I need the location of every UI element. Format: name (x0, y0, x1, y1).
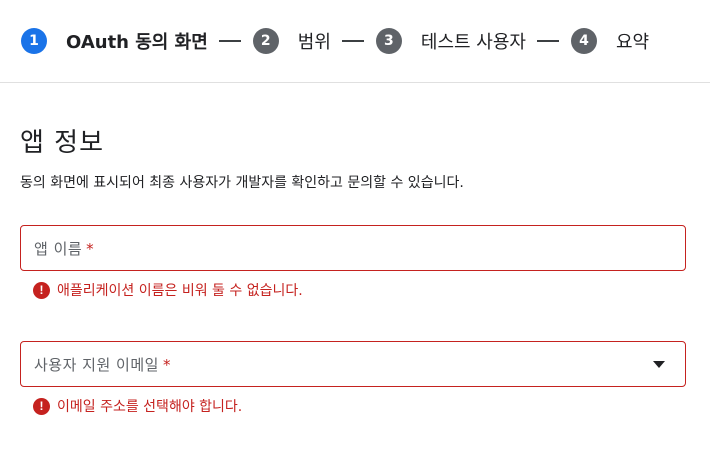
step-separator (341, 40, 364, 42)
step-separator (536, 40, 559, 42)
app-name-error: ! 애플리케이션 이름은 비워 둘 수 없습니다. (33, 280, 686, 300)
support-email-label: 사용자 지원 이메일 * (34, 355, 171, 374)
step-summary[interactable]: 4 요약 (570, 28, 650, 54)
required-mark: * (86, 239, 95, 258)
step-number-3: 3 (375, 28, 402, 54)
app-info-section: 앱 정보 동의 화면에 표시되어 최종 사용자가 개발자를 확인하고 문의할 수… (0, 127, 710, 416)
app-name-error-text: 애플리케이션 이름은 비워 둘 수 없습니다. (57, 283, 303, 299)
section-description: 동의 화면에 표시되어 최종 사용자가 개발자를 확인하고 문의할 수 있습니다… (20, 175, 464, 191)
support-email-select[interactable]: 사용자 지원 이메일 * (20, 341, 686, 387)
step-label-test-users: 테스트 사용자 (420, 32, 526, 53)
step-number-1: 1 (21, 28, 47, 54)
section-title: 앱 정보 (20, 128, 105, 158)
support-email-error-text: 이메일 주소를 선택해야 합니다. (57, 399, 243, 415)
step-number-4: 4 (570, 28, 597, 54)
step-test-users[interactable]: 3 테스트 사용자 (375, 28, 526, 54)
step-label-oauth-consent: OAuth 동의 화면 (66, 32, 208, 53)
chevron-down-icon[interactable] (653, 361, 665, 368)
step-label-scopes: 범위 (297, 32, 331, 53)
app-name-input[interactable]: 앱 이름 * (20, 225, 686, 271)
error-icon: ! (33, 281, 50, 299)
step-number-2: 2 (252, 28, 279, 54)
required-mark: * (162, 355, 171, 374)
step-label-summary: 요약 (615, 32, 650, 53)
step-scopes[interactable]: 2 범위 (252, 28, 331, 54)
step-separator (218, 40, 241, 42)
support-email-error: ! 이메일 주소를 선택해야 합니다. (33, 396, 686, 416)
error-icon: ! (33, 397, 50, 415)
app-name-label: 앱 이름 * (34, 239, 95, 258)
stepper: 1 OAuth 동의 화면 2 범위 3 테스트 사용자 4 요약 (0, 0, 710, 83)
step-oauth-consent[interactable]: 1 OAuth 동의 화면 (21, 28, 208, 54)
